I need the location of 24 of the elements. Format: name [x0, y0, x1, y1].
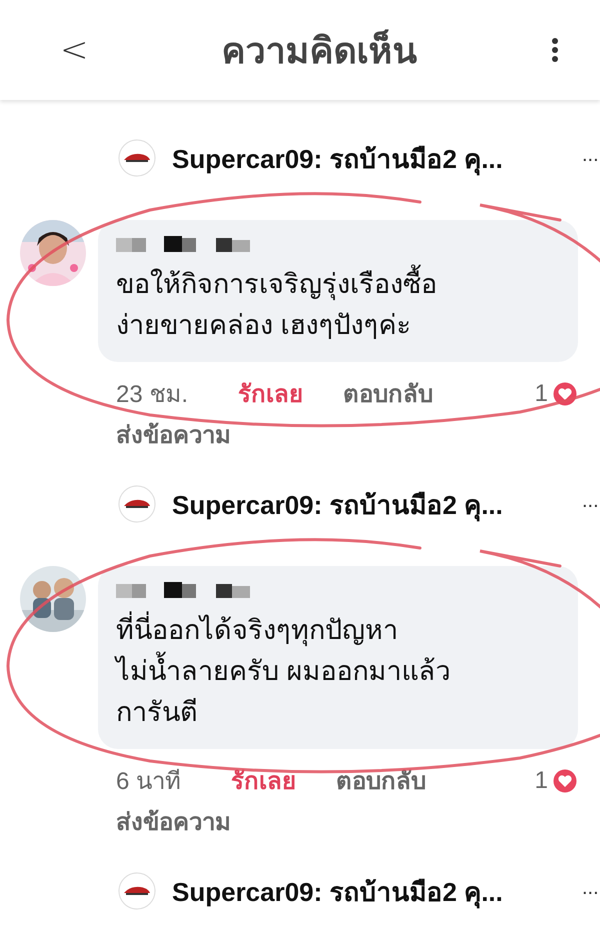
post-link[interactable]: Supercar09: รถบ้านมือ2 คุ... — [172, 484, 503, 524]
page-avatar-icon — [118, 139, 156, 177]
more-text[interactable]: ... — [582, 490, 599, 513]
post-link[interactable]: Supercar09: รถบ้านมือ2 คุ... — [172, 138, 503, 178]
comment-text: ที่นี่ออกได้จริงๆทุกปัญหา ไม่น้ำลายครับ ผมออกมาแล้ว การันตี — [116, 610, 562, 733]
comment-time: 23 ชม. — [116, 380, 188, 410]
reaction-count: 1 — [534, 380, 548, 408]
page-avatar-icon — [118, 485, 156, 523]
send-message-button[interactable]: ส่งข้อความ — [98, 800, 231, 841]
post-link[interactable]: Supercar09: รถบ้านมือ2 คุ... — [172, 870, 503, 912]
comment-time: 6 นาที — [116, 767, 182, 797]
page-title: ความคิดเห็น — [221, 28, 418, 72]
love-button[interactable]: รักเลย — [231, 761, 296, 800]
page-avatar-icon — [118, 872, 156, 910]
comment-text: ขอให้กิจการเจริญรุ่งเรืองซื้อ ง่ายขายคล่อง เฮงๆปังๆค่ะ — [116, 264, 562, 346]
reaction-count: 1 — [534, 766, 548, 794]
more-icon[interactable] — [550, 37, 560, 63]
reply-button[interactable]: ตอบกลับ — [343, 374, 434, 413]
reply-button[interactable]: ตอบกลับ — [336, 761, 426, 800]
more-text[interactable]: ... — [582, 877, 599, 900]
back-button[interactable]: < — [60, 30, 88, 70]
send-message-button[interactable]: ส่งข้อความ — [98, 413, 231, 454]
more-text[interactable]: ... — [582, 144, 599, 167]
love-button[interactable]: รักเลย — [238, 374, 304, 413]
